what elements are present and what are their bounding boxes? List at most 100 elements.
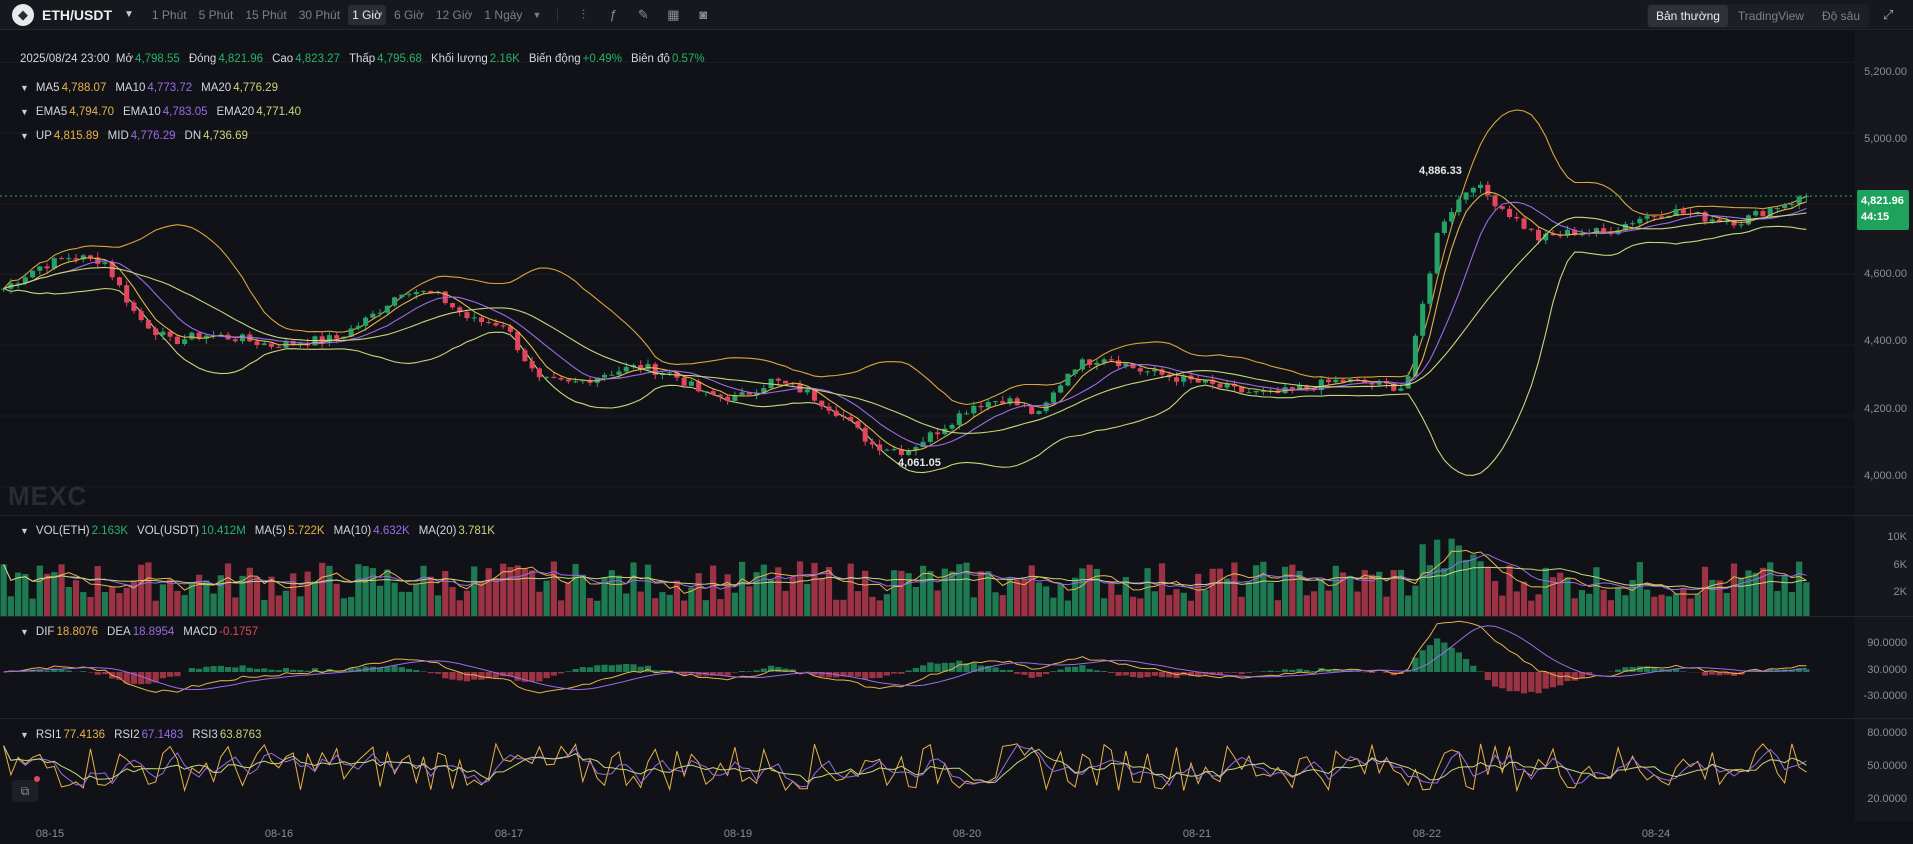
volume-bar bbox=[1064, 600, 1072, 616]
tf-1d[interactable]: 1 Ngày bbox=[480, 5, 526, 25]
macd-histogram-bar bbox=[1542, 672, 1549, 689]
macd-histogram-bar bbox=[239, 665, 246, 672]
macd-histogram-bar bbox=[898, 672, 905, 674]
macd-histogram-bar bbox=[1108, 672, 1115, 673]
macd-histogram-bar bbox=[1557, 672, 1564, 686]
volume-bar bbox=[58, 564, 65, 616]
volume-bar bbox=[695, 573, 702, 616]
collapse-caret-icon[interactable]: ▼ bbox=[20, 83, 29, 93]
candle-body bbox=[1094, 362, 1100, 365]
volume-bar bbox=[1513, 591, 1520, 616]
macd-histogram-bar bbox=[869, 672, 876, 679]
tf-15m[interactable]: 15 Phút bbox=[241, 5, 290, 25]
volume-bar bbox=[405, 591, 413, 616]
macd-histogram-bar bbox=[94, 672, 101, 675]
view-depth[interactable]: Độ sâu bbox=[1814, 5, 1868, 27]
draw-pencil-icon[interactable]: ✎ bbox=[635, 7, 651, 23]
volume-bar bbox=[253, 576, 261, 616]
camera-icon[interactable]: ◙ bbox=[695, 7, 711, 23]
price-tick: 5,000.00 bbox=[1864, 133, 1907, 145]
volume-bar bbox=[1137, 598, 1144, 616]
collapse-caret-icon[interactable]: ▼ bbox=[20, 627, 29, 637]
tf-12h[interactable]: 12 Giờ bbox=[432, 5, 477, 25]
volume-bar bbox=[818, 577, 825, 616]
volume-tick: 2K bbox=[1893, 586, 1907, 598]
indicator-candles-icon[interactable]: ⫶ bbox=[575, 7, 591, 23]
collapse-caret-icon[interactable]: ▼ bbox=[20, 730, 29, 740]
tf-1m[interactable]: 1 Phút bbox=[148, 5, 191, 25]
volume-bar bbox=[1477, 561, 1484, 616]
volume-bar bbox=[543, 580, 550, 616]
volume-bar bbox=[659, 592, 666, 616]
volume-bar bbox=[1209, 568, 1216, 616]
view-tradingview[interactable]: TradingView bbox=[1730, 5, 1812, 27]
layout-grid-icon[interactable]: ▦ bbox=[665, 7, 681, 23]
timeframe-more-icon[interactable]: ▼ bbox=[532, 10, 541, 20]
candle-body bbox=[449, 303, 456, 308]
tf-5m[interactable]: 5 Phút bbox=[195, 5, 238, 25]
macd-histogram-bar bbox=[304, 670, 311, 672]
collapse-caret-icon[interactable]: ▼ bbox=[20, 131, 29, 141]
volume-bar bbox=[963, 562, 970, 616]
time-tick: 08-19 bbox=[723, 828, 753, 840]
ma5-value: 4,788.07 bbox=[61, 82, 107, 94]
fullscreen-icon[interactable]: ⤢ bbox=[1883, 7, 1899, 23]
macd-histogram-bar bbox=[1122, 672, 1129, 676]
tf-1h[interactable]: 1 Giờ bbox=[348, 4, 386, 25]
volume-bar bbox=[666, 594, 673, 616]
macd-histogram-bar bbox=[1050, 671, 1057, 672]
price-axis[interactable] bbox=[1855, 31, 1913, 821]
tf-30m[interactable]: 30 Phút bbox=[295, 5, 344, 25]
time-axis[interactable]: 08-15 08-16 08-17 08-19 08-20 08-21 08-2… bbox=[0, 822, 1913, 844]
volume-bar bbox=[811, 562, 818, 616]
volume-bar bbox=[232, 597, 239, 616]
volume-bar bbox=[1267, 582, 1274, 616]
vol-eth-label: VOL(ETH) bbox=[35, 525, 90, 537]
macd-histogram-bar bbox=[1072, 666, 1079, 672]
candle-body bbox=[1521, 218, 1527, 229]
volume-bar bbox=[195, 574, 203, 616]
view-basic[interactable]: Bản thường bbox=[1647, 5, 1728, 27]
volume-bar bbox=[1542, 567, 1549, 616]
macd-histogram-bar bbox=[1528, 672, 1535, 692]
volume-bar bbox=[1680, 588, 1687, 616]
candle-body bbox=[819, 400, 825, 407]
volume-bar bbox=[22, 574, 29, 616]
macd-histogram-bar bbox=[1477, 671, 1484, 672]
volume-bar bbox=[1332, 565, 1339, 616]
collapse-caret-icon[interactable]: ▼ bbox=[20, 107, 29, 117]
ma20-label: MA20 bbox=[201, 82, 232, 94]
volume-bar bbox=[891, 570, 898, 616]
candle-body bbox=[536, 368, 542, 378]
candle-body bbox=[927, 432, 933, 442]
candle-body bbox=[392, 297, 398, 306]
macd-histogram-bar bbox=[1484, 672, 1491, 680]
volume-bar bbox=[1557, 572, 1564, 616]
macd-chart[interactable] bbox=[0, 617, 1855, 717]
macd-histogram-bar bbox=[427, 672, 434, 674]
high-marker: 4,886.33 bbox=[1419, 165, 1462, 177]
indicator-settings-icon[interactable]: ⧉ bbox=[12, 780, 38, 802]
high-value: 4,823.27 bbox=[295, 53, 340, 65]
volume-bar bbox=[623, 593, 630, 616]
candle-body bbox=[1065, 373, 1071, 386]
macd-histogram-bar bbox=[1296, 668, 1303, 672]
macd-histogram-bar bbox=[760, 668, 767, 672]
candle-body bbox=[1782, 205, 1788, 209]
volume-bar bbox=[1180, 592, 1187, 616]
volume-bar bbox=[297, 596, 304, 616]
pair-dropdown-icon[interactable]: ▼ bbox=[124, 9, 134, 20]
macd-histogram-bar bbox=[1144, 672, 1151, 678]
candle-body bbox=[515, 331, 521, 351]
rsi-chart[interactable] bbox=[0, 719, 1855, 822]
main-chart[interactable] bbox=[0, 31, 1855, 515]
volume-bar bbox=[1347, 575, 1354, 616]
volume-bar bbox=[550, 561, 557, 616]
volume-bar bbox=[1108, 582, 1115, 616]
pair-name[interactable]: ETH/USDT bbox=[42, 7, 112, 23]
collapse-caret-icon[interactable]: ▼ bbox=[20, 526, 29, 536]
tf-6h[interactable]: 6 Giờ bbox=[390, 5, 428, 25]
volume-bar bbox=[65, 587, 72, 616]
volume-bar bbox=[123, 587, 130, 616]
formula-icon[interactable]: ƒ bbox=[605, 7, 621, 23]
